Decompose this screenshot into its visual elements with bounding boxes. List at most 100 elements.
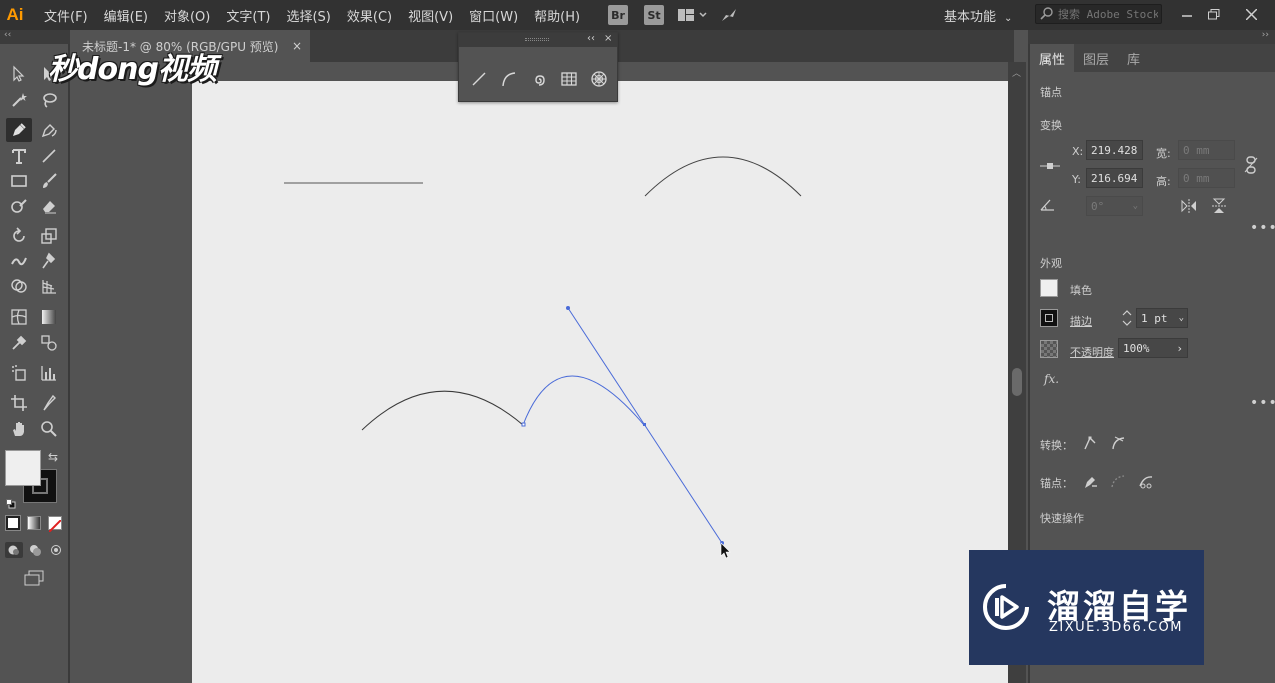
- opacity-field[interactable]: 100% ›: [1118, 338, 1188, 358]
- column-graph-tool[interactable]: [36, 361, 62, 385]
- scroll-up-icon[interactable]: ︿: [1012, 66, 1021, 79]
- shaper-tool[interactable]: [6, 194, 32, 218]
- draw-normal-button[interactable]: [5, 542, 23, 558]
- chevron-right-icon[interactable]: ›: [1176, 342, 1183, 355]
- restore-window-button[interactable]: [1203, 4, 1225, 24]
- gradient-tool[interactable]: [36, 305, 62, 329]
- none-mode-button[interactable]: [48, 516, 62, 533]
- menu-object[interactable]: 对象(O): [164, 6, 210, 25]
- gpu-performance-icon[interactable]: [720, 4, 738, 26]
- stroke-weight-stepper[interactable]: [1120, 307, 1134, 329]
- height-field[interactable]: 0 mm: [1178, 168, 1235, 188]
- menu-edit[interactable]: 编辑(E): [104, 6, 148, 25]
- rectangle-tool[interactable]: [6, 169, 32, 193]
- screen-mode-button[interactable]: [22, 569, 48, 587]
- minimize-window-button[interactable]: [1176, 4, 1198, 24]
- hand-tool[interactable]: [6, 417, 32, 441]
- artboard-tool[interactable]: [6, 391, 32, 415]
- width-tool[interactable]: [6, 249, 32, 273]
- more-options-icon[interactable]: •••: [1250, 395, 1275, 411]
- tab-layers[interactable]: 图层: [1074, 44, 1118, 72]
- paintbrush-tool[interactable]: [36, 169, 62, 193]
- arrange-documents-icon[interactable]: [678, 4, 708, 26]
- reference-point-icon[interactable]: [1040, 156, 1060, 176]
- convert-to-corner-icon[interactable]: [1080, 433, 1100, 453]
- draw-behind-button[interactable]: [27, 542, 45, 558]
- draw-inside-button[interactable]: [48, 542, 66, 558]
- fill-swatch[interactable]: [5, 450, 41, 486]
- slice-tool[interactable]: [36, 391, 62, 415]
- fill-color-swatch[interactable]: [1040, 279, 1058, 297]
- scroll-thumb[interactable]: [1012, 368, 1022, 396]
- eraser-tool[interactable]: [36, 194, 62, 218]
- shape-builder-tool[interactable]: [6, 274, 32, 298]
- menu-help[interactable]: 帮助(H): [534, 6, 580, 25]
- zoom-tool[interactable]: [36, 417, 62, 441]
- more-options-icon[interactable]: •••: [1250, 220, 1275, 236]
- cut-path-icon[interactable]: [1136, 471, 1156, 491]
- perspective-grid-tool[interactable]: [36, 274, 62, 298]
- swap-fill-stroke-icon[interactable]: ⇆: [48, 450, 58, 464]
- stock-search-input[interactable]: [1058, 7, 1158, 21]
- remove-anchor-icon[interactable]: [1080, 471, 1100, 491]
- toolbox-header[interactable]: ‹‹: [0, 30, 70, 44]
- color-mode-button[interactable]: [5, 515, 21, 531]
- bridge-button[interactable]: Br: [608, 5, 629, 25]
- flip-horizontal-icon[interactable]: [1178, 197, 1200, 215]
- menu-select[interactable]: 选择(S): [286, 6, 330, 25]
- workspace-switcher[interactable]: 基本功能 ⌄: [944, 6, 1012, 25]
- magic-wand-tool[interactable]: [6, 88, 32, 112]
- rotate-tool[interactable]: [6, 224, 32, 248]
- menu-window[interactable]: 窗口(W): [469, 6, 518, 25]
- type-tool[interactable]: [6, 144, 32, 168]
- tab-libraries[interactable]: 库: [1118, 44, 1149, 72]
- collapse-icon[interactable]: ‹‹: [4, 30, 11, 40]
- stock-button[interactable]: St: [644, 5, 665, 25]
- puppet-warp-tool[interactable]: [36, 249, 62, 273]
- default-colors-icon[interactable]: [6, 494, 16, 509]
- stroke-color-swatch[interactable]: [1040, 309, 1058, 327]
- line-segment-tool[interactable]: [36, 144, 62, 168]
- floating-panel-header[interactable]: ‹‹ ×: [459, 33, 617, 47]
- connect-anchors-icon[interactable]: [1108, 471, 1128, 491]
- constrain-proportions-icon[interactable]: [1242, 156, 1260, 174]
- selection-tool[interactable]: [6, 62, 32, 86]
- eyedropper-tool[interactable]: [6, 331, 32, 355]
- blend-tool[interactable]: [36, 331, 62, 355]
- collapse-panel-button[interactable]: ‹‹: [587, 33, 595, 44]
- width-field[interactable]: 0 mm: [1178, 140, 1235, 160]
- drag-grip-icon[interactable]: [525, 38, 549, 41]
- panel-dock-header[interactable]: ››: [1028, 30, 1275, 44]
- fp-line-tool[interactable]: [467, 67, 491, 91]
- expand-panels-icon[interactable]: ››: [1262, 30, 1269, 40]
- rotate-angle-field[interactable]: 0° ⌄: [1086, 196, 1143, 216]
- x-position-field[interactable]: 219.428: [1086, 140, 1143, 160]
- fp-grid-tool[interactable]: [557, 67, 581, 91]
- tab-properties[interactable]: 属性: [1030, 44, 1075, 72]
- lasso-tool[interactable]: [36, 88, 62, 112]
- menu-view[interactable]: 视图(V): [408, 6, 453, 25]
- stroke-label[interactable]: 描边: [1070, 313, 1092, 329]
- chevron-down-icon[interactable]: ⌄: [1133, 201, 1138, 211]
- close-panel-button[interactable]: ×: [604, 33, 612, 44]
- stroke-weight-field[interactable]: 1 pt ⌄: [1136, 308, 1188, 328]
- menu-type[interactable]: 文字(T): [226, 6, 270, 25]
- pen-tool[interactable]: [6, 118, 32, 142]
- fx-effects-button[interactable]: fx.: [1044, 372, 1059, 386]
- scale-tool[interactable]: [36, 224, 62, 248]
- menu-file[interactable]: 文件(F): [44, 6, 88, 25]
- flip-vertical-icon[interactable]: [1208, 197, 1230, 215]
- chevron-down-icon[interactable]: ⌄: [1179, 313, 1184, 323]
- y-position-field[interactable]: 216.694: [1086, 168, 1143, 188]
- mesh-tool[interactable]: [6, 305, 32, 329]
- opacity-label[interactable]: 不透明度: [1070, 344, 1114, 360]
- convert-to-smooth-icon[interactable]: [1108, 433, 1128, 453]
- stock-search-box[interactable]: [1035, 4, 1162, 24]
- close-window-button[interactable]: [1240, 4, 1262, 24]
- menu-effect[interactable]: 效果(C): [347, 6, 392, 25]
- gradient-mode-button[interactable]: [27, 516, 41, 530]
- close-tab-button[interactable]: ×: [292, 39, 302, 53]
- fp-polar-grid-tool[interactable]: [587, 67, 611, 91]
- curvature-tool[interactable]: [36, 118, 62, 142]
- fp-spiral-tool[interactable]: [527, 67, 551, 91]
